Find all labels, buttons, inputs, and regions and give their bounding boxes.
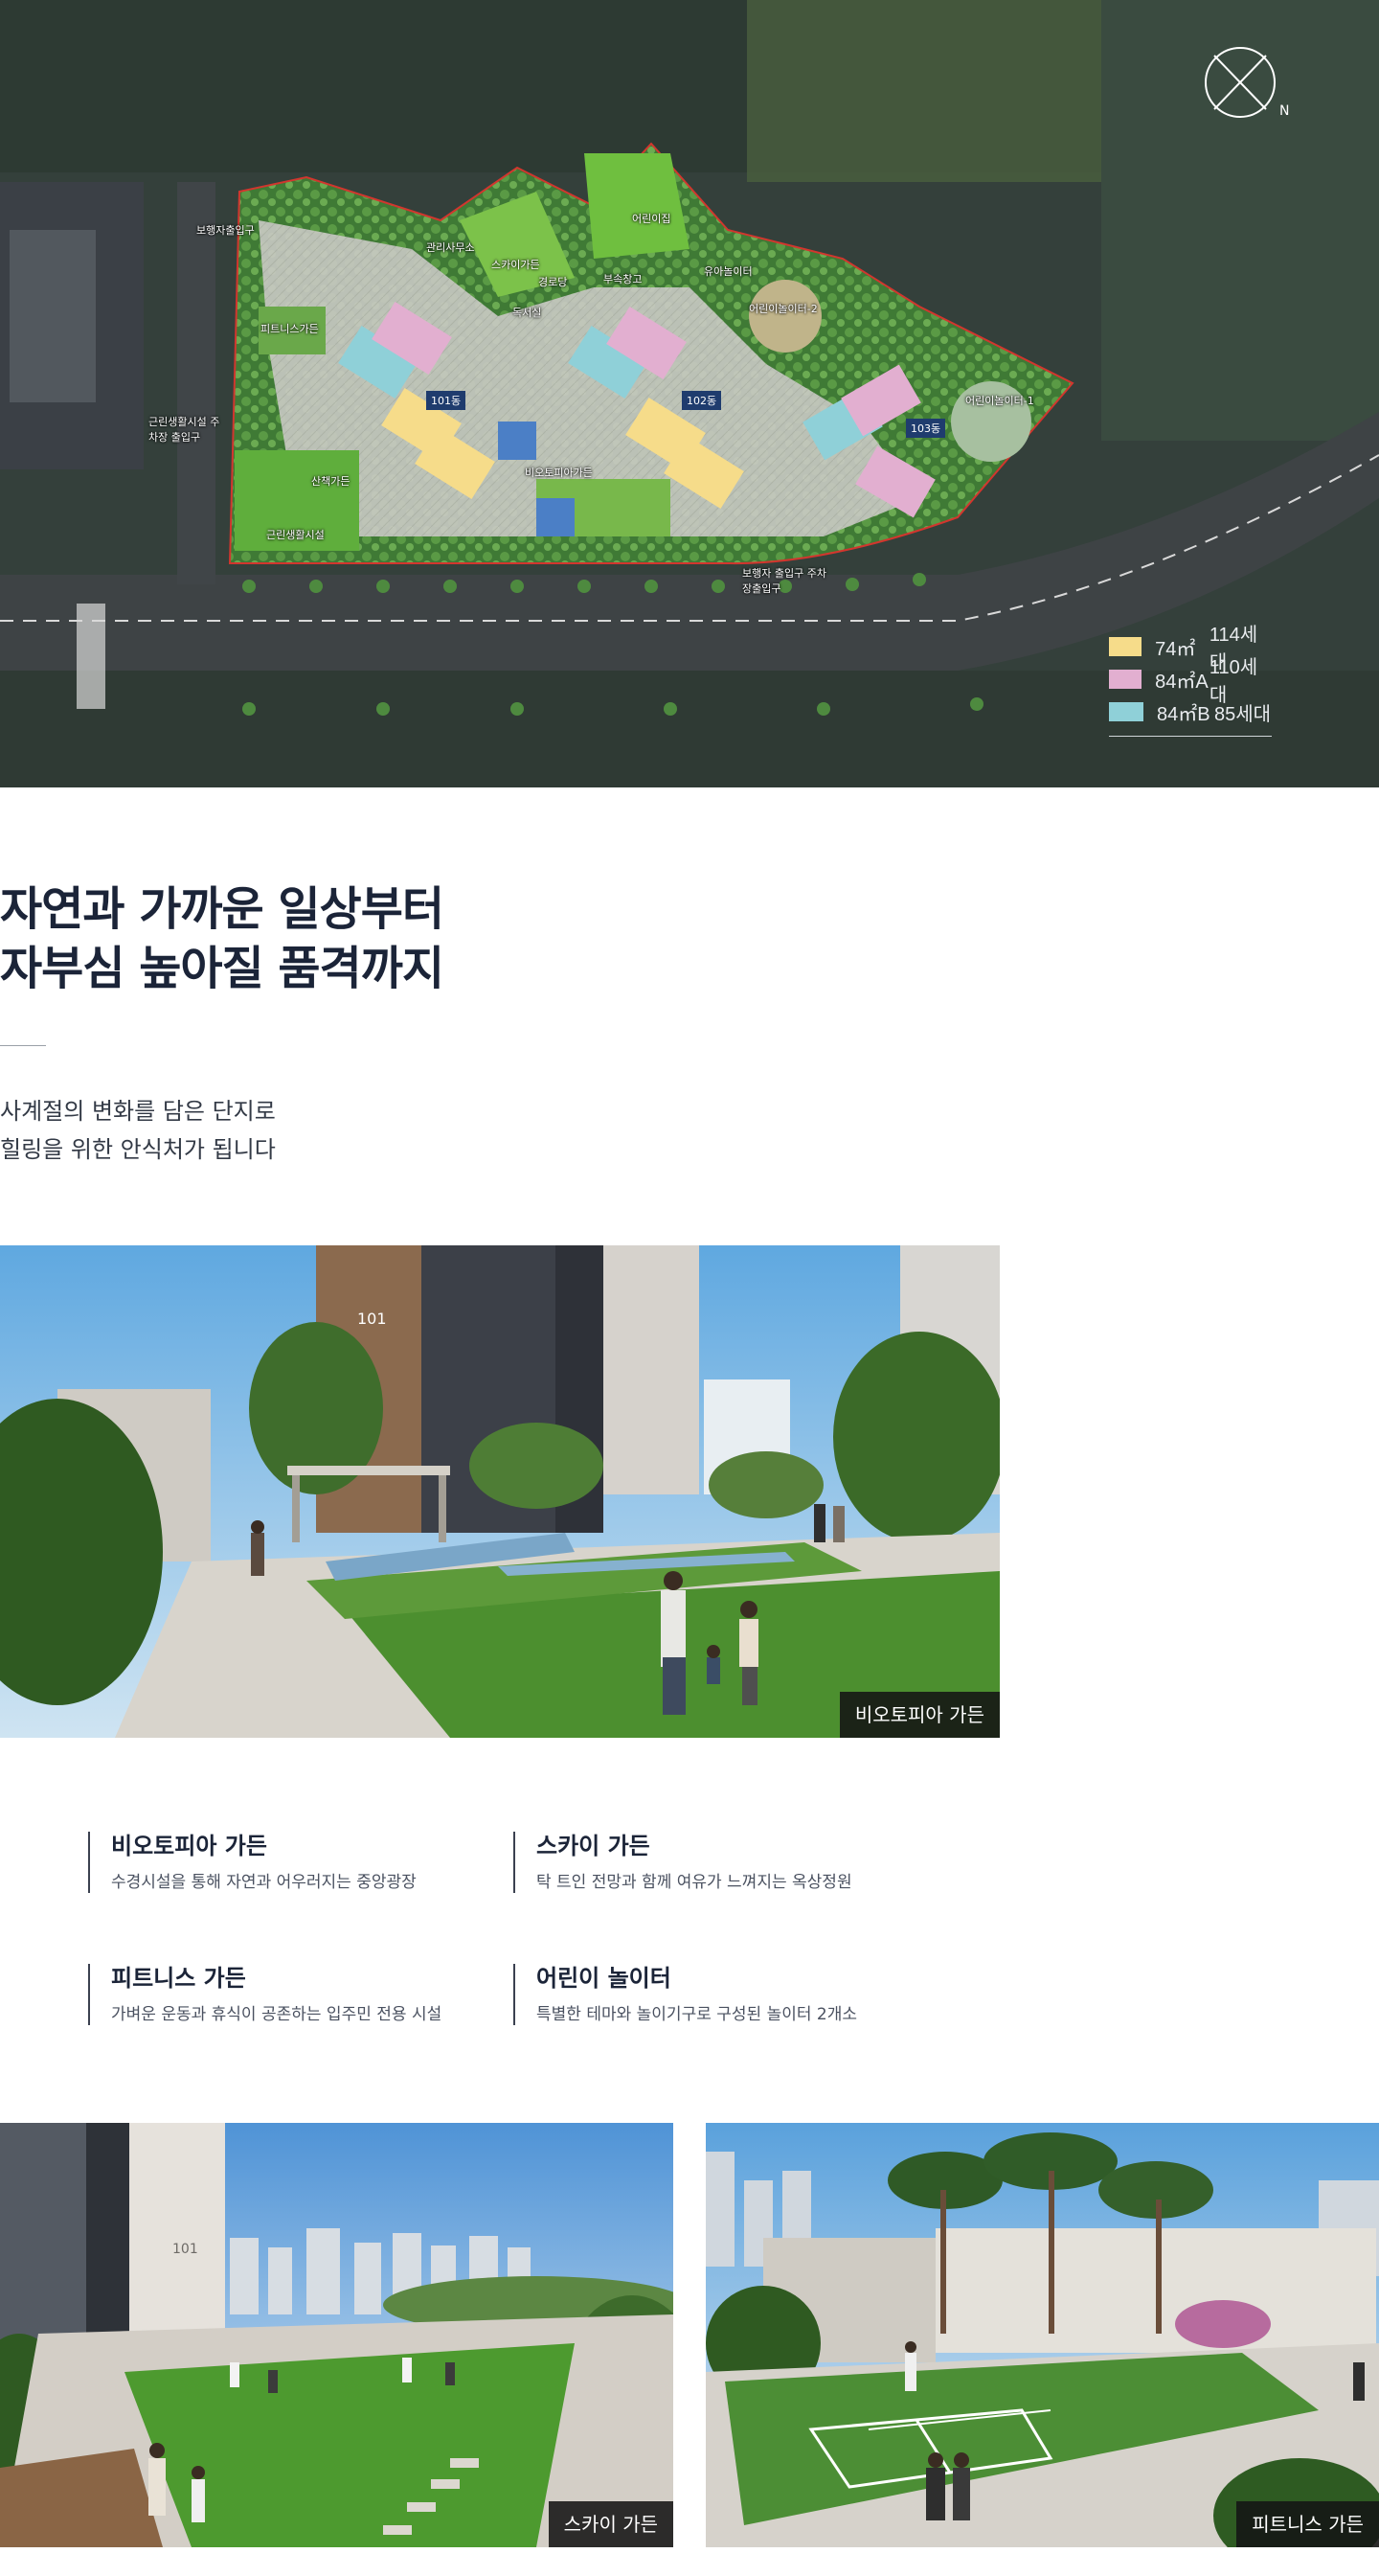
label-store: 부속창고 (603, 273, 643, 285)
heading-divider (0, 1045, 46, 1046)
feature-title: 어린이 놀이터 (536, 1965, 671, 1992)
legend-unit-type: 84㎡A (1155, 671, 1209, 693)
dong-tag-101: 101동 (426, 391, 466, 410)
feature-description: 가벼운 운동과 휴식이 공존하는 입주민 전용 시설 (111, 2005, 442, 2024)
legend-unit-type: 74㎡ (1155, 638, 1196, 660)
biotopia-garden-photo: 101 비오토피아 가든 (0, 1245, 1000, 1738)
sky-garden-photo: 101 스카이 가든 (0, 2123, 673, 2547)
fitness-garden-photo: 피트니스 가든 (706, 2123, 1379, 2547)
label-neighborhood: 근린생활시설 (266, 529, 325, 541)
svg-text:N: N (1279, 103, 1289, 119)
label-parking-entrance-bottom: 보행자 출입구 주차장출입구 (742, 567, 826, 595)
label-toddler-play: 유아놀이터 (704, 265, 753, 278)
label-management: 관리사무소 (426, 241, 475, 254)
photo-caption: 비오토피아 가든 (839, 1692, 1000, 1738)
photo-caption: 스카이 가든 (548, 2501, 673, 2547)
legend-swatch (1109, 637, 1142, 656)
site-plan-map: N 피트니스가든 관리사무소 스카이가든 경로당 독서실 어린이집 부속창고 유… (0, 0, 1379, 787)
feature-description: 탁 트인 전망과 함께 여유가 느껴지는 옥상정원 (536, 1873, 852, 1892)
feature-title: 피트니스 가든 (111, 1965, 246, 1992)
heading-line-2: 자부심 높아질 품격까지 (0, 942, 444, 995)
legend-unit-count: 85세대 (1214, 703, 1272, 725)
feature-biotopia-garden: 비오토피아 가든 수경시설을 통해 자연과 어우러지는 중앙광장 (88, 1832, 490, 1893)
legend-item: 84㎡A 110세대 (1109, 657, 1272, 706)
feature-description: 수경시설을 통해 자연과 어우러지는 중앙광장 (111, 1873, 417, 1892)
label-pedestrian-entrance: 보행자출입구 (196, 224, 255, 237)
unit-type-legend: 74㎡ 114세대 84㎡A 110세대 84㎡B 85세대 (1109, 625, 1272, 737)
subtitle-line-1: 사계절의 변화를 담은 단지로 (0, 1098, 276, 1125)
label-walk-garden: 산책가든 (311, 475, 350, 488)
section-heading: 자연과 가까운 일상부터 자부심 높아질 품격까지 (0, 879, 444, 998)
label-fitness-garden: 피트니스가든 (260, 323, 319, 335)
feature-title: 비오토피아 가든 (111, 1833, 267, 1859)
feature-kids-playground: 어린이 놀이터 특별한 테마와 놀이기구로 구성된 놀이터 2개소 (513, 1964, 916, 2025)
legend-unit-type: 84㎡B (1157, 703, 1210, 725)
subtitle-line-2: 힐링을 위한 안식처가 됩니다 (0, 1136, 276, 1163)
dong-tag-102: 102동 (682, 391, 722, 410)
photo-caption: 피트니스 가든 (1236, 2501, 1379, 2547)
label-parking-entrance-left: 근린생활시설 주차장 출입구 (148, 416, 220, 444)
legend-divider (1109, 736, 1272, 737)
feature-title: 스카이 가든 (536, 1833, 650, 1859)
label-senior: 경로당 (538, 276, 568, 288)
feature-fitness-garden: 피트니스 가든 가벼운 운동과 휴식이 공존하는 입주민 전용 시설 (88, 1964, 490, 2025)
legend-swatch (1109, 670, 1142, 689)
label-daycare: 어린이집 (632, 213, 671, 225)
label-library: 독서실 (512, 307, 542, 319)
dong-tag-103: 103동 (906, 419, 946, 438)
svg-text:101: 101 (357, 1310, 387, 1328)
label-sky-garden: 스카이가든 (491, 259, 540, 271)
feature-sky-garden: 스카이 가든 탁 트인 전망과 함께 여유가 느껴지는 옥상정원 (513, 1832, 916, 1893)
heading-line-1: 자연과 가까운 일상부터 (0, 882, 444, 936)
label-biotopia: 비오토피아가든 (525, 467, 593, 479)
svg-text:101: 101 (172, 2242, 198, 2257)
label-kids-play-1: 어린이놀이터-1 (965, 395, 1034, 407)
section-subtitle: 사계절의 변화를 담은 단지로 힐링을 위한 안식처가 됩니다 (0, 1092, 276, 1169)
feature-description: 특별한 테마와 놀이기구로 구성된 놀이터 2개소 (536, 2005, 857, 2024)
legend-swatch (1109, 702, 1143, 721)
label-kids-play-2: 어린이놀이터-2 (749, 303, 818, 315)
legend-item: 84㎡B 85세대 (1109, 695, 1272, 728)
